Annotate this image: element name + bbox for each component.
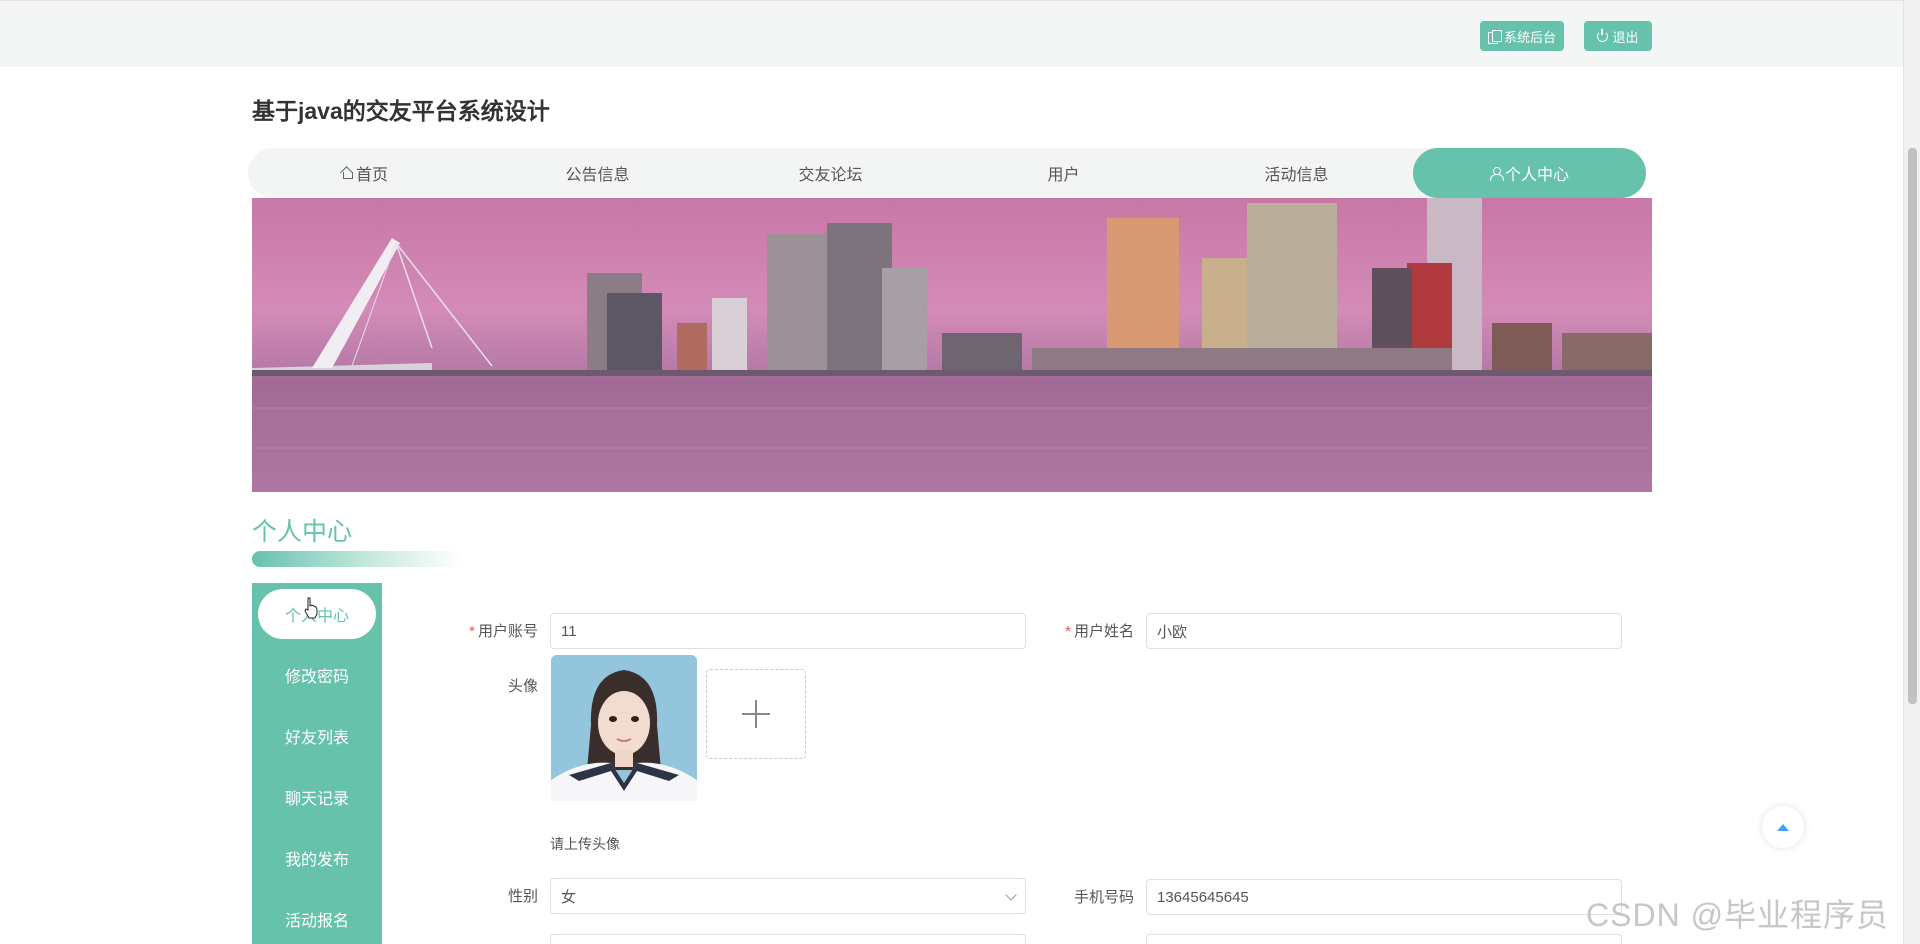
side-menu: 个人中心 修改密码 好友列表 聊天记录 我的发布 活动报名 [252, 583, 382, 944]
mouse-cursor-icon [304, 597, 318, 619]
nav-item-home[interactable]: 首页 [248, 148, 481, 198]
power-icon [1597, 28, 1609, 42]
phone-label: 手机号码 [1073, 889, 1134, 906]
scrollbar-thumb[interactable] [1908, 148, 1917, 704]
nav-item-personal-center[interactable]: 个人中心 [1413, 148, 1646, 198]
side-item-label: 聊天记录 [284, 791, 349, 808]
nav-item-label: 个人中心 [1504, 167, 1569, 184]
user-icon [1489, 166, 1504, 181]
banner-image [252, 198, 1652, 492]
admin-backend-label: 系统后台 [1504, 29, 1557, 45]
avatar-portrait [551, 655, 697, 801]
required-asterisk: * [1065, 623, 1071, 640]
main-nav: 首页 公告信息 交友论坛 用户 活动信息 个人中心 [248, 148, 1646, 198]
documents-icon [1488, 30, 1502, 44]
nav-item-users[interactable]: 用户 [947, 148, 1180, 198]
logout-label: 退出 [1612, 29, 1639, 45]
phone-input[interactable]: 13645645645 [1146, 879, 1622, 915]
account-input[interactable]: 11 [550, 613, 1026, 649]
nav-item-notices[interactable]: 公告信息 [481, 148, 714, 198]
phone-value: 13645645645 [1157, 888, 1249, 906]
account-label-text: 用户账号 [477, 623, 538, 640]
side-item-change-password[interactable]: 修改密码 [258, 650, 376, 700]
side-item-friend-list[interactable]: 好友列表 [258, 711, 376, 761]
nav-item-activities[interactable]: 活动信息 [1180, 148, 1413, 198]
section-title: 个人中心 [252, 518, 353, 546]
gender-value: 女 [561, 888, 577, 906]
nav-item-forum[interactable]: 交友论坛 [714, 148, 947, 198]
gender-label: 性别 [507, 888, 538, 905]
side-item-chat-history[interactable]: 聊天记录 [258, 772, 376, 822]
back-to-top-button[interactable] [1762, 806, 1804, 848]
name-label-text: 用户姓名 [1073, 623, 1134, 640]
home-icon [341, 167, 353, 179]
account-value: 11 [561, 622, 577, 640]
top-bar: 系统后台 退出 [0, 0, 1903, 67]
name-input[interactable]: 小欧 [1146, 613, 1622, 649]
nav-item-label: 首页 [355, 167, 388, 184]
logout-button[interactable]: 退出 [1584, 21, 1652, 51]
side-item-label: 修改密码 [284, 669, 349, 686]
account-label: * 用户账号 [418, 620, 538, 641]
side-item-activity-signup[interactable]: 活动报名 [258, 894, 376, 944]
city-skyline-illustration [252, 198, 1652, 492]
required-asterisk: * [469, 623, 475, 640]
next-row-input-left[interactable] [550, 934, 1026, 944]
avatar-label: 头像 [507, 678, 538, 695]
nav-item-label: 公告信息 [565, 167, 630, 184]
next-row-input-right[interactable] [1146, 934, 1622, 944]
side-item-my-posts[interactable]: 我的发布 [258, 833, 376, 883]
nav-item-label: 活动信息 [1264, 167, 1329, 184]
nav-item-label: 交友论坛 [798, 167, 863, 184]
name-label: * 用户姓名 [1014, 620, 1134, 641]
avatar-hint: 请上传头像 [550, 836, 620, 852]
avatar-upload-box[interactable] [706, 669, 806, 759]
watermark: CSDN @毕业程序员 [1586, 897, 1890, 933]
side-item-label: 好友列表 [284, 730, 349, 747]
page-scrollbar[interactable] [1903, 0, 1920, 944]
plus-icon [742, 700, 770, 728]
nav-item-label: 用户 [1047, 167, 1080, 184]
site-title: 基于java的交友平台系统设计 [252, 98, 550, 124]
avatar-image[interactable] [551, 655, 697, 801]
side-item-label: 我的发布 [284, 852, 349, 869]
gender-select[interactable]: 女 [550, 878, 1026, 914]
section-title-underline [252, 551, 462, 567]
name-value: 小欧 [1157, 623, 1188, 641]
caret-up-icon [1777, 823, 1789, 831]
admin-backend-button[interactable]: 系统后台 [1480, 21, 1564, 51]
side-item-label: 活动报名 [284, 913, 349, 930]
